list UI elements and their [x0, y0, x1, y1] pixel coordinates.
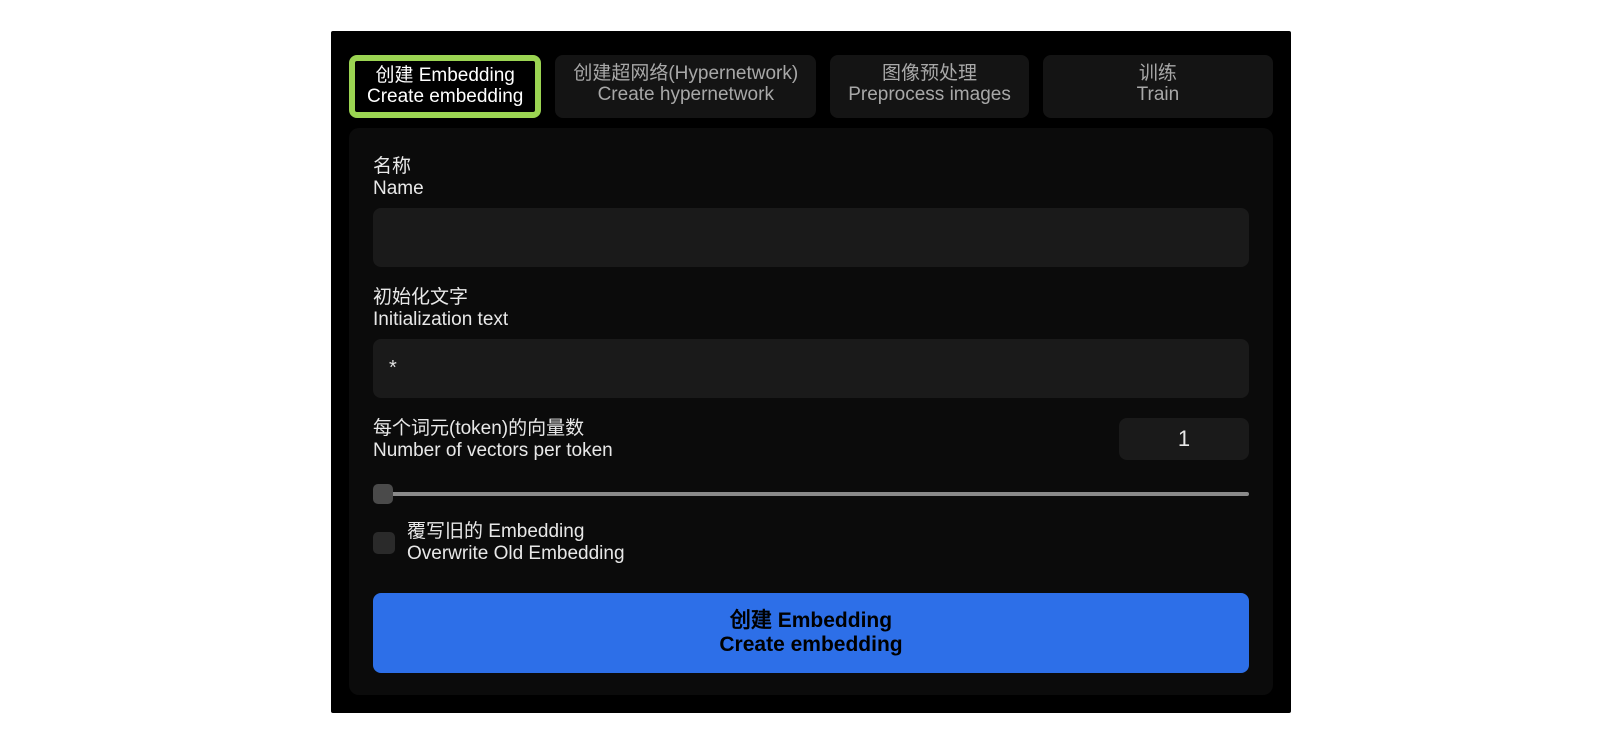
tab-preprocess-images[interactable]: 图像预处理 Preprocess images [830, 55, 1029, 119]
button-label-zh: 创建 Embedding [373, 609, 1249, 633]
vectors-per-token-slider[interactable] [373, 492, 1249, 496]
vectors-per-token-row: 每个词元(token)的向量数 Number of vectors per to… [373, 418, 1249, 470]
tabs-bar: 创建 Embedding Create embedding 创建超网络(Hype… [349, 55, 1273, 119]
overwrite-label: 覆写旧的 Embedding Overwrite Old Embedding [407, 521, 625, 565]
tab-label-zh: 创建 Embedding [367, 65, 523, 87]
tab-label-zh: 训练 [1061, 63, 1255, 85]
name-field: 名称 Name [373, 156, 1249, 267]
vectors-per-token-slider-wrap [373, 483, 1249, 501]
tab-create-hypernetwork[interactable]: 创建超网络(Hypernetwork) Create hypernetwork [555, 55, 816, 119]
init-text-input[interactable] [373, 339, 1249, 398]
tab-label-en: Create hypernetwork [573, 84, 798, 106]
overwrite-checkbox[interactable] [373, 532, 395, 554]
create-embedding-button[interactable]: 创建 Embedding Create embedding [373, 593, 1249, 673]
tab-train[interactable]: 训练 Train [1043, 55, 1273, 119]
tab-label-en: Train [1061, 84, 1255, 106]
vectors-per-token-number[interactable] [1119, 418, 1249, 460]
tab-label-zh: 创建超网络(Hypernetwork) [573, 63, 798, 85]
init-text-label: 初始化文字 Initialization text [373, 287, 1249, 331]
create-embedding-panel: 名称 Name 初始化文字 Initialization text 每个词元(t… [349, 128, 1273, 695]
app-window: 创建 Embedding Create embedding 创建超网络(Hype… [331, 31, 1291, 714]
tab-label-en: Preprocess images [848, 84, 1011, 106]
overwrite-row: 覆写旧的 Embedding Overwrite Old Embedding [373, 521, 1249, 565]
vectors-per-token-label: 每个词元(token)的向量数 Number of vectors per to… [373, 418, 613, 462]
tab-label-en: Create embedding [367, 86, 523, 108]
button-label-en: Create embedding [373, 633, 1249, 657]
init-text-field: 初始化文字 Initialization text [373, 287, 1249, 398]
name-input[interactable] [373, 208, 1249, 267]
name-label: 名称 Name [373, 156, 1249, 200]
tab-create-embedding[interactable]: 创建 Embedding Create embedding [349, 55, 541, 119]
tab-label-zh: 图像预处理 [848, 63, 1011, 85]
